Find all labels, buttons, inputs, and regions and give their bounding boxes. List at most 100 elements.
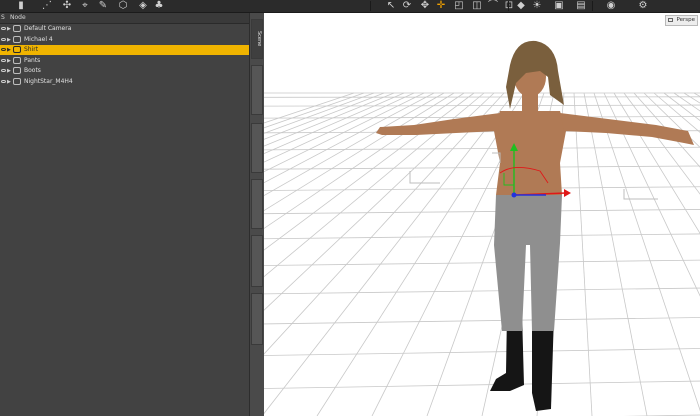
scene-tree-row[interactable]: ▶ Shirt [0, 45, 249, 55]
morph-icon[interactable]: ♣ [152, 0, 166, 12]
cube-icon[interactable]: ⬡ [116, 0, 130, 12]
grid-line [264, 233, 700, 240]
node-label: Pants [24, 56, 41, 64]
grid-line [264, 96, 700, 98]
grid-line [264, 92, 365, 129]
node-type-icon [13, 56, 21, 64]
figure-model [376, 40, 694, 411]
surface-icon[interactable]: ◆ [514, 0, 528, 12]
grid-line [264, 92, 515, 415]
camera-icon[interactable]: ▣ [552, 0, 566, 12]
toolbar-separator [508, 1, 509, 11]
scene-pane: S Node ▶ Default Camera ▶ Michael 4 ▶ Shirt ▶ P… [0, 13, 249, 416]
visibility-eye-icon[interactable] [1, 37, 6, 42]
figure-icon[interactable]: ▮ [14, 0, 28, 12]
geometry-icon[interactable]: ◈ [136, 0, 150, 12]
pane-tab[interactable] [251, 123, 263, 173]
grid-line [264, 92, 465, 229]
pane-tab-label: Scene [256, 31, 262, 47]
pane-tab[interactable] [251, 179, 263, 229]
pane-tab-strip: Scene [249, 13, 265, 416]
node-label: NightStar_M4H4 [24, 77, 73, 85]
grid-line [264, 92, 375, 134]
visibility-eye-icon[interactable] [1, 58, 6, 63]
camera-icon [668, 18, 674, 22]
grid-line [264, 92, 485, 278]
node-label: Default Camera [24, 25, 72, 32]
left-arm [376, 113, 500, 135]
expand-arrow-icon[interactable]: ▶ [7, 56, 11, 66]
edit-icon[interactable]: ◫ [470, 0, 484, 12]
expand-arrow-icon[interactable]: ▶ [7, 77, 11, 87]
pane-tab[interactable] [251, 293, 263, 345]
main-toolbar: ▮⋰✣⌖✎⬡◈♣↖⟳✥✛◰◫⌒⊡◆☀▣▤◉⚙ [0, 0, 700, 13]
scale-icon[interactable]: ◰ [452, 0, 466, 12]
grid-line [573, 92, 593, 416]
pane-tab-label [252, 124, 264, 172]
viewport-canvas[interactable] [264, 13, 700, 416]
pane-tab[interactable]: Scene [251, 19, 263, 59]
pane-tab-label [252, 66, 264, 114]
grid-line [693, 92, 700, 97]
visibility-eye-icon[interactable] [1, 26, 6, 31]
grid-line [264, 92, 405, 154]
grid-line [264, 92, 435, 184]
view-selector[interactable]: Perspe [665, 15, 698, 26]
gizmo-center [511, 192, 517, 198]
wire-icon[interactable]: ⋰ [40, 0, 54, 12]
scene-tree-row[interactable]: ▶ Boots [0, 66, 249, 76]
expand-arrow-icon[interactable]: ▶ [7, 35, 11, 45]
gizmo-x-arrow [564, 189, 571, 197]
iray-icon[interactable]: ◉ [604, 0, 618, 12]
scene-tree-row[interactable]: ▶ Pants [0, 56, 249, 66]
pane-tab-label [252, 294, 264, 344]
scene-header: S Node [0, 13, 249, 24]
node-type-icon [13, 77, 21, 85]
joint-icon[interactable]: ✣ [60, 0, 74, 12]
visibility-eye-icon[interactable] [1, 79, 6, 84]
right-arm [560, 113, 694, 145]
node-label: Boots [24, 67, 41, 74]
select-icon[interactable]: ↖ [384, 0, 398, 12]
grid-line [264, 165, 700, 170]
bone-icon[interactable]: ⌒ [486, 0, 500, 12]
toolbar-separator [370, 1, 371, 11]
rotate-icon[interactable]: ⟳ [400, 0, 414, 12]
grid-line [264, 92, 385, 140]
brush-icon[interactable]: ✎ [96, 0, 110, 12]
view-label-text: Perspe [676, 17, 695, 23]
grid-line [264, 287, 700, 295]
node-type-icon [13, 35, 21, 43]
render-icon[interactable]: ▤ [574, 0, 588, 12]
node-column-header[interactable]: Node [10, 13, 26, 23]
node-label: Michael 4 [24, 35, 53, 43]
settings-icon[interactable]: ⚙ [636, 0, 650, 12]
expand-arrow-icon[interactable]: ▶ [7, 24, 11, 34]
scene-tree-row[interactable]: ▶ Michael 4 [0, 35, 249, 45]
pane-tab-label [252, 236, 264, 286]
node-type-icon [13, 25, 21, 32]
pane-tab[interactable] [251, 65, 263, 115]
scene-tree-row[interactable]: ▶ Default Camera [0, 24, 249, 34]
grid-line [264, 186, 700, 191]
torso [494, 111, 566, 195]
node-label: Shirt [24, 46, 39, 53]
translate-icon[interactable]: ✥ [418, 0, 432, 12]
grid-line [264, 92, 425, 173]
expand-arrow-icon[interactable]: ▶ [7, 66, 11, 76]
pane-tab[interactable] [251, 235, 263, 287]
grid-line [264, 92, 395, 147]
expand-arrow-icon[interactable]: ▶ [7, 45, 11, 55]
scene-tree-row[interactable]: ▶ NightStar_M4H4 [0, 77, 249, 87]
visibility-eye-icon[interactable] [1, 68, 6, 73]
light-icon[interactable]: ☀ [530, 0, 544, 12]
node-icon[interactable]: ⌖ [78, 0, 92, 12]
grid-line [264, 209, 700, 215]
viewport[interactable]: Perspe [264, 13, 700, 416]
pane-tab-label [252, 180, 264, 228]
universal-icon[interactable]: ✛ [434, 0, 448, 12]
floor-marker [409, 171, 440, 184]
node-type-icon [13, 46, 21, 53]
visibility-eye-icon[interactable] [1, 47, 6, 52]
grid-line [583, 92, 648, 416]
